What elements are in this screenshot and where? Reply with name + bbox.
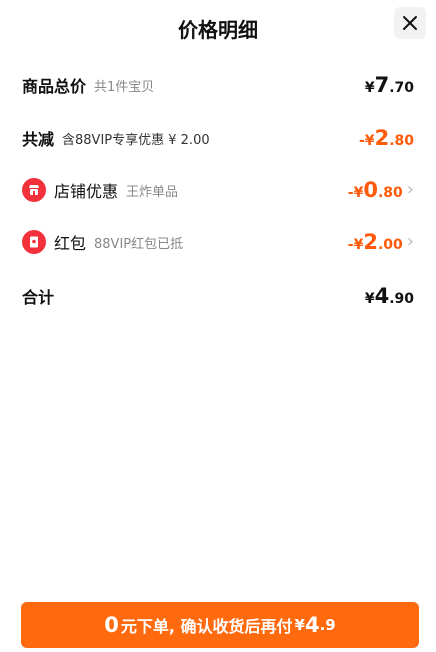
header: 价格明细 xyxy=(0,0,436,56)
cta-amount-integer: 4 xyxy=(304,613,320,637)
amount-integer: 2 xyxy=(363,230,378,254)
total-discount-row: 共减 含88VIP专享优惠 ¥ 2.00 -¥ 2 .80 xyxy=(22,124,414,152)
amount-integer: 7 xyxy=(374,73,390,97)
currency-symbol: ¥ xyxy=(364,80,375,96)
red-packet-row[interactable]: 红包 88VIP红包已抵 -¥ 2 .00 › xyxy=(22,228,414,256)
shop-discount-note: 王炸单品 xyxy=(126,184,179,200)
currency-prefix: -¥ xyxy=(347,185,364,201)
chevron-right-icon: › xyxy=(406,231,414,252)
close-icon xyxy=(403,16,417,30)
close-button[interactable] xyxy=(394,7,426,39)
chevron-right-icon: › xyxy=(406,179,414,200)
place-order-button[interactable]: 0 元下单, 确认收货后再付 ¥ 4 .9 xyxy=(21,602,419,648)
page-title: 价格明细 xyxy=(178,18,258,42)
red-packet-icon xyxy=(22,230,46,254)
total-discount-amount: -¥ 2 .80 xyxy=(359,126,414,150)
red-packet-note: 88VIP红包已抵 xyxy=(94,236,184,252)
amount-decimal: .00 xyxy=(377,237,403,253)
cta-amount-decimal: .9 xyxy=(319,616,336,634)
currency-prefix: -¥ xyxy=(359,133,375,149)
shop-discount-row[interactable]: 店铺优惠 王炸单品 -¥ 0 .80 › xyxy=(22,176,414,204)
vip-discount-note: 含88VIP专享优惠 ¥ 2.00 xyxy=(62,132,210,148)
amount-decimal: .80 xyxy=(389,133,414,149)
currency-prefix: -¥ xyxy=(347,237,364,253)
amount-decimal: .80 xyxy=(377,185,403,201)
total-discount-label: 共减 xyxy=(22,130,55,149)
amount-decimal: .90 xyxy=(389,291,414,307)
goods-total-amount: ¥ 7 .70 xyxy=(365,73,414,97)
amount-integer: 2 xyxy=(374,126,390,150)
goods-total-label: 商品总价 xyxy=(22,77,87,96)
currency-symbol: ¥ xyxy=(364,291,375,307)
red-packet-label: 红包 xyxy=(54,234,87,253)
cta-zero: 0 xyxy=(104,613,119,637)
grand-total-amount: ¥ 4 .90 xyxy=(365,284,414,308)
red-packet-amount: -¥ 2 .00 xyxy=(348,230,403,254)
goods-count: 共1件宝贝 xyxy=(94,79,155,95)
goods-total-row: 商品总价 共1件宝贝 ¥ 7 .70 xyxy=(22,71,414,99)
amount-integer: 0 xyxy=(363,178,378,202)
grand-total-label: 合计 xyxy=(22,288,55,307)
shop-discount-amount: -¥ 0 .80 xyxy=(348,178,403,202)
amount-integer: 4 xyxy=(374,284,390,308)
shop-icon xyxy=(22,178,46,202)
cta-currency: ¥ xyxy=(294,616,305,634)
amount-decimal: .70 xyxy=(389,80,414,96)
cta-text: 元下单, 确认收货后再付 xyxy=(120,617,293,636)
shop-discount-label: 店铺优惠 xyxy=(54,182,119,201)
grand-total-row: 合计 ¥ 4 .90 xyxy=(22,282,414,310)
